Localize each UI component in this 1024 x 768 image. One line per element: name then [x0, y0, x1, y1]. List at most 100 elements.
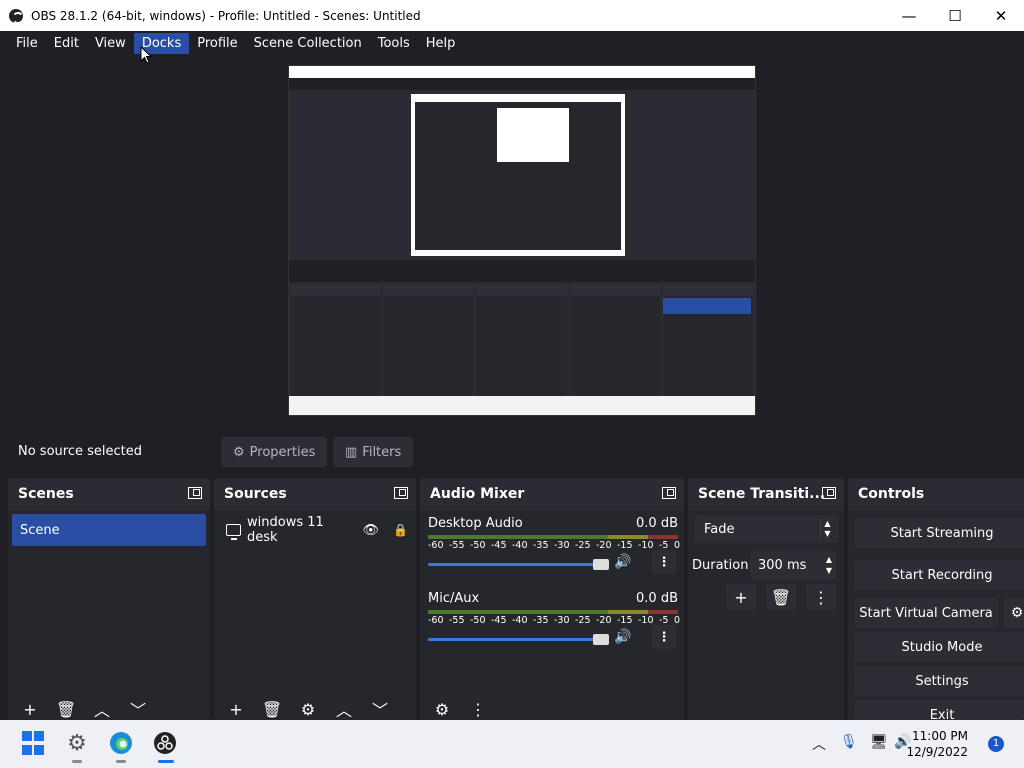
- mouse-cursor-icon: [140, 46, 152, 64]
- window-title: OBS 28.1.2 (64-bit, windows) - Profile: …: [31, 8, 421, 23]
- obs-taskbar-icon[interactable]: [152, 730, 178, 756]
- audio-footer: ⚙ ⋮: [420, 698, 684, 720]
- audio-mixer-dock-title: Audio Mixer: [430, 486, 525, 502]
- channel-db: 0.0 dB: [636, 516, 678, 531]
- windows-start-icon[interactable]: [20, 730, 46, 756]
- preview-nested-window: [411, 94, 625, 256]
- source-status: No source selected: [18, 444, 142, 459]
- start-streaming-button[interactable]: Start Streaming: [854, 518, 1024, 548]
- add-icon[interactable]: +: [726, 584, 756, 610]
- menu-edit[interactable]: Edit: [46, 33, 87, 54]
- preview-dock: [570, 284, 660, 396]
- chevron-up-icon[interactable]: ︿: [90, 698, 114, 720]
- duration-label: Duration: [692, 558, 749, 573]
- undock-icon[interactable]: [662, 487, 676, 499]
- tick-label: -30: [554, 540, 570, 551]
- title-bar: OBS 28.1.2 (64-bit, windows) - Profile: …: [0, 0, 1024, 31]
- more-options-icon[interactable]: ⋮: [652, 550, 676, 574]
- controls-dock: Controls Start Streaming Start Recording…: [848, 478, 1024, 720]
- virtual-camera-settings-button[interactable]: ⚙: [1004, 598, 1024, 628]
- minimize-button[interactable]: —: [886, 0, 932, 31]
- properties-label: Properties: [249, 444, 316, 460]
- speaker-icon[interactable]: 🔊: [614, 554, 631, 570]
- preview-canvas[interactable]: [288, 65, 756, 416]
- menu-help[interactable]: Help: [418, 33, 464, 54]
- undock-icon[interactable]: [394, 487, 408, 499]
- duration-spinbox[interactable]: 300 ms ▲ ▼: [750, 551, 836, 579]
- spin-arrows-icon[interactable]: ▲ ▼: [826, 554, 832, 576]
- exit-button[interactable]: Exit: [854, 700, 1024, 720]
- undock-icon[interactable]: [822, 487, 836, 499]
- trash-icon[interactable]: 🗑: [54, 698, 78, 720]
- transition-select[interactable]: Fade ▲ ▼: [694, 515, 838, 543]
- edge-browser-icon[interactable]: [108, 730, 134, 756]
- close-button[interactable]: ✕: [978, 0, 1024, 31]
- channel-db: 0.0 dB: [636, 591, 678, 606]
- start-virtual-camera-button[interactable]: Start Virtual Camera: [854, 598, 998, 628]
- maximize-button[interactable]: ☐: [932, 0, 978, 31]
- running-indicator: [72, 760, 82, 763]
- scene-list-item[interactable]: Scene: [12, 514, 206, 546]
- more-options-icon[interactable]: ⋮: [806, 584, 836, 610]
- tick-label: -15: [617, 615, 633, 626]
- add-icon[interactable]: +: [18, 698, 42, 720]
- menu-tools[interactable]: Tools: [370, 33, 418, 54]
- volume-fader-handle[interactable]: [593, 559, 609, 570]
- sources-dock-title: Sources: [224, 486, 287, 502]
- network-icon[interactable]: 🖥: [870, 734, 888, 750]
- chevron-down-icon[interactable]: ﹀: [368, 698, 392, 720]
- source-toolbar: No source selected ⚙ Properties ▥ Filter…: [8, 432, 1024, 472]
- settings-button[interactable]: Settings: [854, 666, 1024, 696]
- notification-badge[interactable]: 1: [988, 736, 1004, 752]
- add-icon[interactable]: +: [224, 698, 248, 720]
- chevron-down-icon[interactable]: ﹀: [126, 698, 150, 720]
- filters-button[interactable]: ▥ Filters: [333, 437, 413, 467]
- trash-icon[interactable]: 🗑: [260, 698, 284, 720]
- menu-view[interactable]: View: [87, 33, 134, 54]
- volume-fader-handle[interactable]: [593, 634, 609, 645]
- scenes-dock-header: Scenes: [8, 478, 210, 510]
- transition-buttons: + 🗑 ⋮: [726, 584, 836, 610]
- more-options-icon[interactable]: ⋮: [652, 625, 676, 649]
- gear-icon[interactable]: ⚙: [430, 698, 454, 720]
- volume-fader[interactable]: [428, 563, 602, 566]
- volume-meter: [428, 535, 678, 539]
- tick-label: -20: [596, 540, 612, 551]
- tick-label: -55: [449, 540, 465, 551]
- controls-dock-title: Controls: [858, 486, 925, 502]
- speaker-icon[interactable]: 🔊: [614, 629, 631, 645]
- gear-icon[interactable]: ⚙: [296, 698, 320, 720]
- trash-icon[interactable]: 🗑: [766, 584, 796, 610]
- tick-label: -40: [512, 540, 528, 551]
- start-recording-button[interactable]: Start Recording: [854, 560, 1024, 590]
- chevron-up-icon[interactable]: ︿: [332, 698, 356, 720]
- source-list-item[interactable]: windows 11 desk 👁 🔒: [226, 515, 408, 545]
- eye-icon[interactable]: 👁: [363, 523, 380, 538]
- transition-value: Fade: [704, 521, 735, 537]
- settings-app-icon[interactable]: ⚙: [64, 730, 90, 756]
- microphone-icon[interactable]: 🎙: [840, 734, 858, 750]
- source-name: windows 11 desk: [247, 515, 324, 545]
- lock-icon[interactable]: 🔒: [393, 523, 408, 537]
- audio-mixer-dock-header: Audio Mixer: [420, 478, 684, 510]
- more-options-icon[interactable]: ⋮: [466, 698, 490, 720]
- tick-label: -25: [575, 540, 591, 551]
- undock-icon[interactable]: [188, 487, 202, 499]
- studio-mode-button[interactable]: Studio Mode: [854, 632, 1024, 662]
- audio-mixer-dock: Audio Mixer Desktop Audio 0.0 dB -60 -55…: [420, 478, 684, 720]
- channel-name: Desktop Audio: [428, 516, 523, 531]
- tick-label: 0: [673, 540, 680, 551]
- properties-button[interactable]: ⚙ Properties: [221, 437, 327, 467]
- tick-label: -40: [512, 615, 528, 626]
- tick-label: -15: [617, 540, 633, 551]
- system-clock[interactable]: 11:00 PM 12/9/2022: [906, 728, 968, 760]
- chevron-up-icon[interactable]: ︿: [812, 734, 826, 754]
- menu-file[interactable]: File: [8, 33, 46, 54]
- menu-bar: File Edit View Docks Profile Scene Colle…: [0, 31, 1024, 55]
- menu-scene-collection[interactable]: Scene Collection: [246, 33, 370, 54]
- preview-dock: [384, 284, 474, 396]
- tick-label: -45: [491, 540, 507, 551]
- volume-fader[interactable]: [428, 638, 602, 641]
- tick-label: -10: [638, 615, 654, 626]
- menu-profile[interactable]: Profile: [189, 33, 245, 54]
